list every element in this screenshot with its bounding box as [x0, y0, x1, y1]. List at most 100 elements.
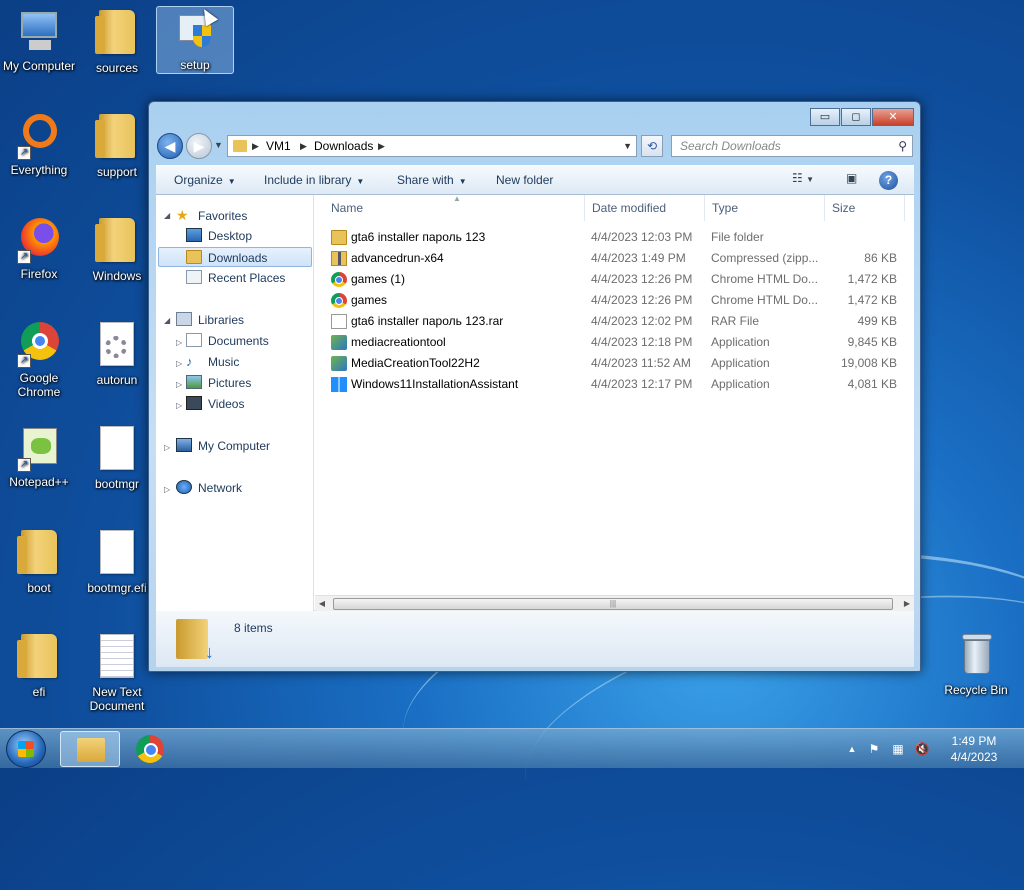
downloads-folder-icon: [176, 619, 214, 663]
network-status-icon[interactable]: ▦: [890, 741, 906, 757]
refresh-button[interactable]: ⟲: [641, 135, 663, 157]
nav-label: Videos: [208, 397, 245, 411]
command-bar: Organize ▼ Include in library ▼ Share with…: [156, 165, 914, 195]
clock-date: 4/4/2023: [950, 750, 998, 764]
desktop-icon-efi[interactable]: efi: [0, 632, 78, 699]
nav-item-music[interactable]: ♪ Music: [186, 352, 239, 372]
column-label: Type: [712, 201, 739, 215]
nav-item-libraries[interactable]: Libraries: [176, 310, 244, 330]
organize-button[interactable]: Organize ▼: [174, 166, 236, 196]
taskbar-explorer-button[interactable]: [60, 731, 120, 767]
expand-triangle-icon[interactable]: ◢: [164, 211, 170, 220]
desktop-icon-setup[interactable]: setup: [156, 6, 234, 74]
desktop-icon-recycle-bin[interactable]: Recycle Bin: [936, 632, 1016, 697]
file-row[interactable]: games 4/4/2023 12:26 PM Chrome HTML Do..…: [315, 290, 914, 311]
file-row[interactable]: games (1) 4/4/2023 12:26 PM Chrome HTML …: [315, 269, 914, 290]
desktop-icon-everything[interactable]: ↗ Everything: [0, 112, 78, 177]
collapse-triangle-icon[interactable]: ▷: [176, 359, 182, 368]
nav-item-downloads[interactable]: Downloads: [158, 247, 312, 267]
file-type: Compressed (zipp...: [711, 251, 819, 265]
desktop-icon-notepad-plus-plus[interactable]: ↗ Notepad++: [0, 424, 78, 489]
folder-icon: [17, 530, 57, 574]
column-header-size[interactable]: Size: [825, 195, 905, 221]
nav-item-recent-places[interactable]: Recent Places: [186, 268, 285, 288]
file-row[interactable]: gta6 installer пароль 123 4/4/2023 12:03…: [315, 227, 914, 248]
desktop-icon-new-text-document[interactable]: New Text Document: [78, 632, 156, 713]
back-button[interactable]: ◀: [157, 133, 183, 159]
collapse-triangle-icon[interactable]: ▷: [164, 485, 170, 494]
explorer-window[interactable]: ▭ ◻ ✕ ◀ ▶ ▼ ▶ VM1 ▶ Downloads ▶ ▼ ⟲ Sear…: [148, 101, 921, 672]
address-bar[interactable]: ▶ VM1 ▶ Downloads ▶ ▼: [227, 135, 637, 157]
desktop-icon-boot[interactable]: boot: [0, 528, 78, 595]
desktop-icon-support[interactable]: support: [78, 112, 156, 179]
column-header-date-modified[interactable]: Date modified: [585, 195, 705, 221]
column-header-type[interactable]: Type: [705, 195, 825, 221]
scroll-left-arrow-icon[interactable]: ◀: [315, 596, 329, 612]
file-date: 4/4/2023 11:52 AM: [591, 356, 691, 370]
file-row[interactable]: mediacreationtool 4/4/2023 12:18 PM Appl…: [315, 332, 914, 353]
search-input[interactable]: Search Downloads ⚲: [671, 135, 913, 157]
desktop-icon-label: bootmgr.efi: [87, 581, 147, 595]
horizontal-scrollbar[interactable]: ◀ ||| ▶: [315, 595, 914, 611]
action-center-flag-icon[interactable]: ⚑: [866, 741, 882, 757]
column-header-name[interactable]: ▲ Name: [315, 194, 585, 221]
desktop-icon-google-chrome[interactable]: ↗ Google Chrome: [0, 320, 78, 399]
chevron-down-icon: ▼: [458, 177, 467, 186]
file-date: 4/4/2023 12:26 PM: [591, 293, 693, 307]
file-row[interactable]: gta6 installer пароль 123.rar 4/4/2023 1…: [315, 311, 914, 332]
nav-item-favorites[interactable]: ★ Favorites: [176, 205, 247, 225]
expand-triangle-icon[interactable]: ◢: [164, 316, 170, 325]
shortcut-arrow-icon: ↗: [17, 250, 31, 264]
preview-pane-button[interactable]: ▣: [846, 171, 857, 185]
column-label: Size: [832, 201, 856, 215]
file-row[interactable]: MediaCreationTool22H2 4/4/2023 11:52 AM …: [315, 353, 914, 374]
file-date: 4/4/2023 12:17 PM: [591, 377, 693, 391]
address-dropdown-icon[interactable]: ▼: [623, 136, 632, 156]
recent-pages-dropdown[interactable]: ▼: [214, 140, 223, 150]
collapse-triangle-icon[interactable]: ▷: [176, 380, 182, 389]
desktop-icon-sources[interactable]: sources: [78, 8, 156, 75]
help-icon[interactable]: ?: [879, 171, 898, 190]
collapse-triangle-icon[interactable]: ▷: [164, 443, 170, 452]
forward-button[interactable]: ▶: [186, 133, 212, 159]
collapse-triangle-icon[interactable]: ▷: [176, 338, 182, 347]
scrollbar-thumb[interactable]: |||: [333, 598, 893, 610]
desktop-icon-bootmgr-efi[interactable]: bootmgr.efi: [78, 528, 156, 595]
nav-item-pictures[interactable]: Pictures: [186, 373, 251, 393]
nav-item-network[interactable]: Network: [176, 478, 242, 498]
taskbar-chrome-button[interactable]: [120, 731, 180, 767]
desktop-icon-windows[interactable]: Windows: [78, 216, 156, 283]
include-in-library-button[interactable]: Include in library ▼: [264, 166, 364, 196]
rar-file-icon: [331, 314, 347, 329]
breadcrumb-downloads[interactable]: Downloads: [314, 136, 373, 156]
desktop-icon-bootmgr[interactable]: bootmgr: [78, 424, 156, 491]
file-row[interactable]: Windows11InstallationAssistant 4/4/2023 …: [315, 374, 914, 395]
search-icon[interactable]: ⚲: [898, 136, 907, 156]
nav-item-my-computer[interactable]: My Computer: [176, 436, 270, 456]
desktop-icon-my-computer[interactable]: My Computer: [0, 8, 78, 73]
file-name: games (1): [351, 272, 406, 286]
file-row[interactable]: advancedrun-x64 4/4/2023 1:49 PM Compres…: [315, 248, 914, 269]
nav-item-videos[interactable]: Videos: [186, 394, 244, 414]
close-button[interactable]: ✕: [872, 108, 914, 126]
maximize-button[interactable]: ◻: [841, 108, 871, 126]
collapse-triangle-icon[interactable]: ▷: [176, 401, 182, 410]
scroll-right-arrow-icon[interactable]: ▶: [900, 596, 914, 612]
start-button[interactable]: [6, 730, 46, 768]
show-hidden-icons-button[interactable]: ▲: [844, 741, 860, 757]
minimize-button[interactable]: ▭: [810, 108, 840, 126]
videos-icon: [186, 396, 202, 410]
desktop-icon: [186, 228, 202, 242]
file-type: RAR File: [711, 314, 760, 328]
nav-item-documents[interactable]: Documents: [186, 331, 269, 351]
volume-muted-icon[interactable]: 🔇: [914, 741, 930, 757]
change-view-button[interactable]: ☷ ▼: [792, 171, 814, 185]
new-folder-button[interactable]: New folder: [496, 166, 553, 195]
desktop-icon-firefox[interactable]: ↗ Firefox: [0, 216, 78, 281]
nav-item-desktop[interactable]: Desktop: [186, 226, 252, 246]
desktop-icon-autorun[interactable]: autorun: [78, 320, 156, 387]
system-clock[interactable]: 1:49 PM 4/4/2023: [936, 733, 1012, 765]
file-name: gta6 installer пароль 123.rar: [351, 314, 504, 328]
file-size: 1,472 KB: [847, 272, 897, 286]
breadcrumb-vm1[interactable]: VM1: [266, 136, 291, 156]
